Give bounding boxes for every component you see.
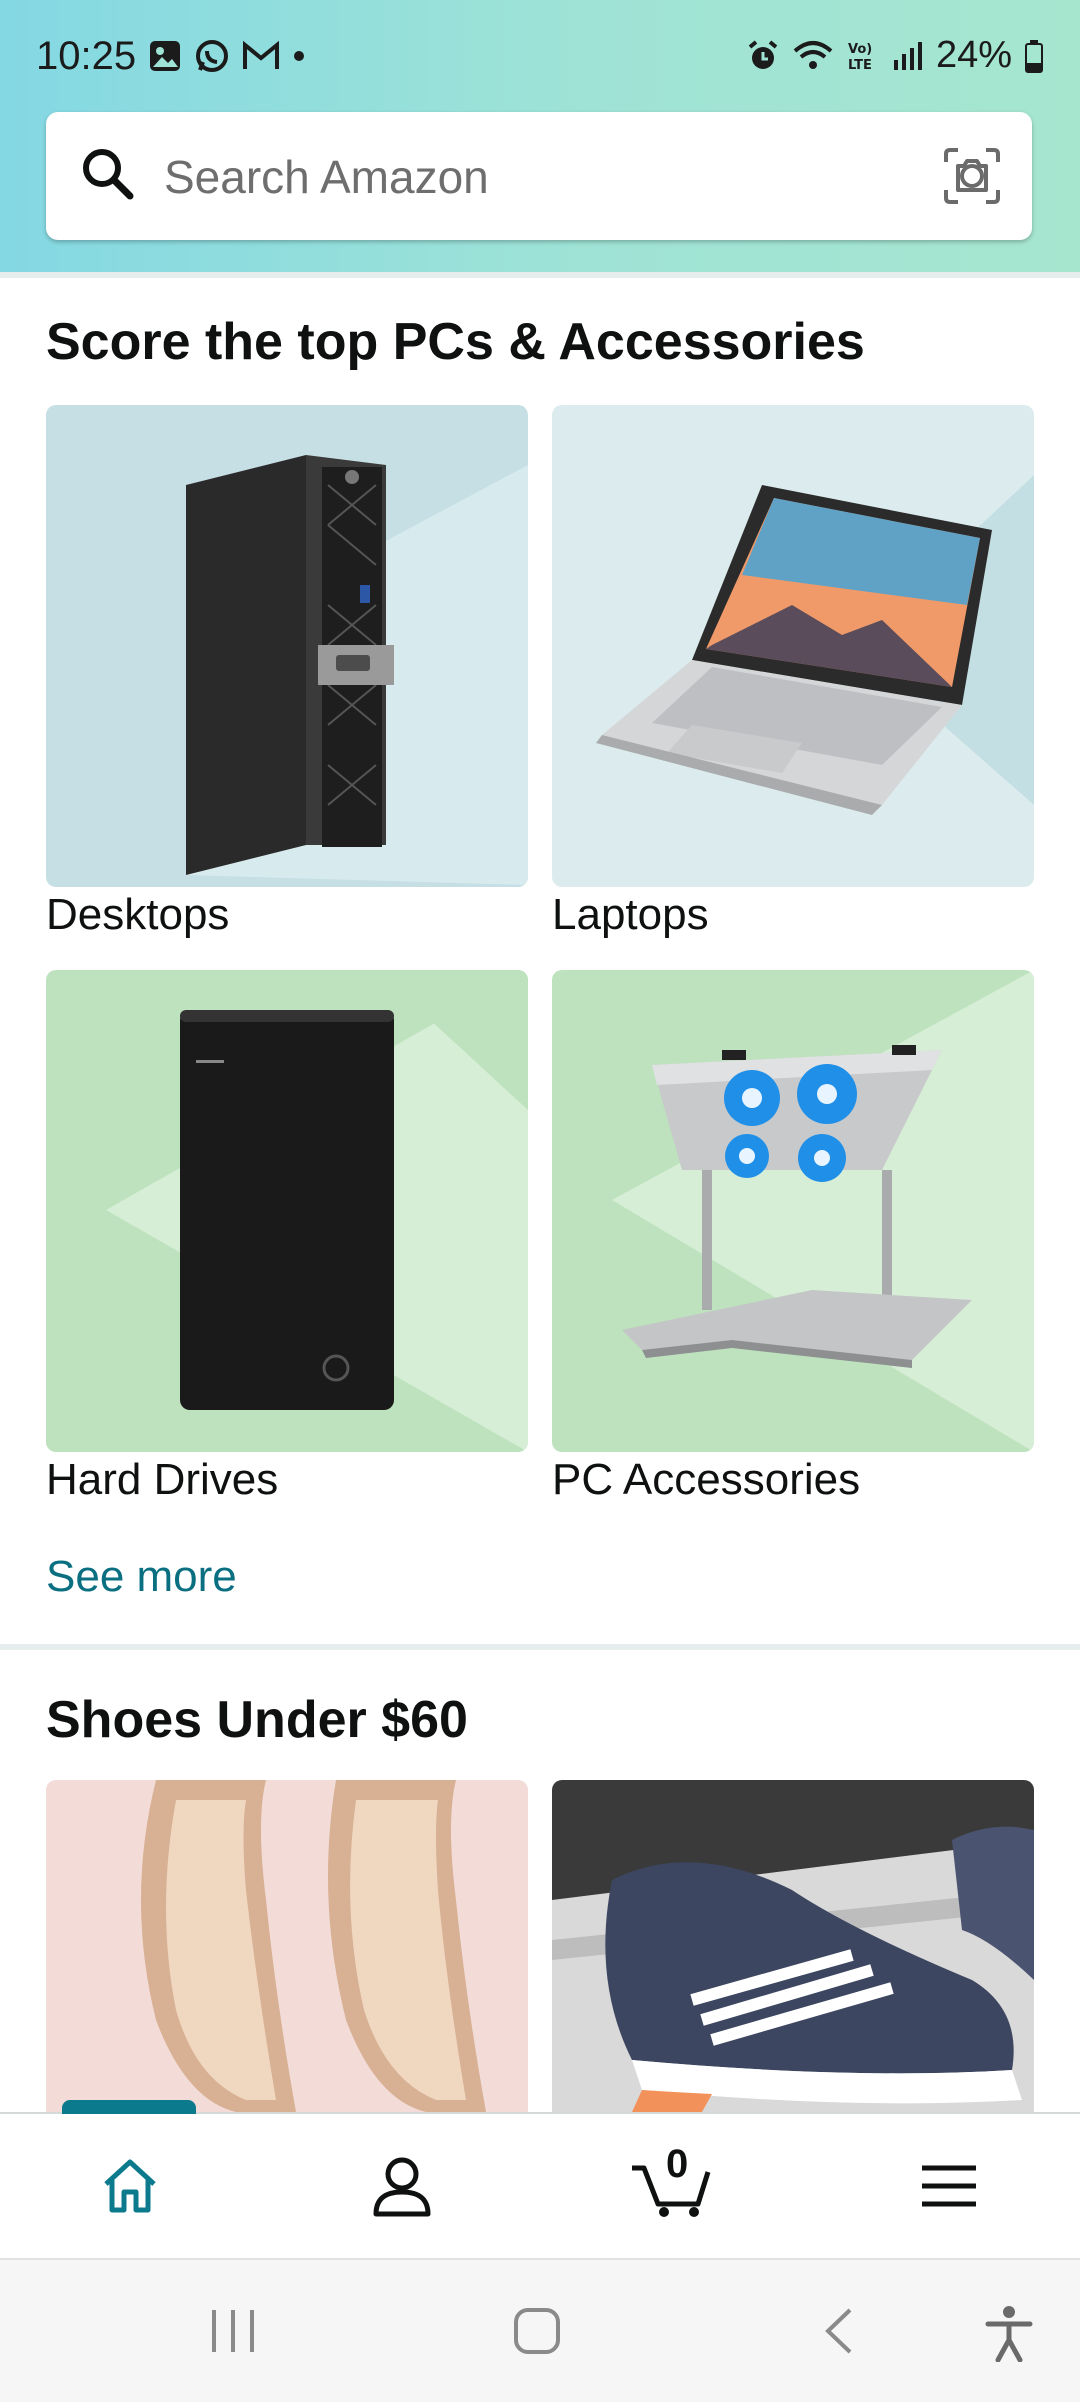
bottom-navigation: 0 xyxy=(0,2100,1080,2260)
wifi-icon xyxy=(793,40,833,69)
search-bar[interactable] xyxy=(46,112,1032,240)
desktop-image xyxy=(186,455,528,885)
volte-icon: Vo)LTE xyxy=(848,42,872,73)
laptop-stand-image xyxy=(612,970,1034,1452)
tile-desktops[interactable] xyxy=(46,405,528,887)
battery-icon xyxy=(1025,39,1043,73)
alarm-icon xyxy=(748,39,778,69)
section-divider xyxy=(0,1644,1080,1650)
hard-drive-image xyxy=(106,970,528,1452)
tile-label-desktops: Desktops xyxy=(46,890,230,939)
home-button-icon[interactable] xyxy=(510,2304,564,2358)
tile-pc-accessories[interactable] xyxy=(552,970,1034,1452)
tile-label-hard-drives: Hard Drives xyxy=(46,1455,279,1504)
menu-icon[interactable] xyxy=(920,2154,978,2218)
system-navigation-bar xyxy=(0,2258,1080,2402)
tile-laptops[interactable] xyxy=(552,405,1034,887)
search-input[interactable] xyxy=(162,140,946,214)
status-time: 10:25 xyxy=(36,34,137,78)
cart-button[interactable]: 0 xyxy=(628,2138,724,2218)
app-header: 10:25 Vo) LTE 24% xyxy=(0,0,1080,272)
tile-heels[interactable] xyxy=(46,1780,528,2112)
system-status-icons: Vo) LTE 24% xyxy=(746,34,1044,77)
search-icon xyxy=(83,149,134,200)
laptop-image xyxy=(596,475,1034,815)
tile-hard-drives[interactable] xyxy=(46,970,528,1452)
dot-icon xyxy=(294,51,304,61)
section-title-shoes: Shoes Under $60 xyxy=(46,1691,468,1749)
recent-apps-icon[interactable] xyxy=(206,2304,260,2358)
active-tab-indicator xyxy=(62,2100,196,2114)
battery-percent: 24% xyxy=(935,34,1012,76)
tile-label-laptops: Laptops xyxy=(552,890,709,939)
whatsapp-icon xyxy=(196,40,228,72)
notification-icons xyxy=(148,38,306,74)
tile-label-pc-accessories: PC Accessories xyxy=(552,1455,861,1504)
gallery-icon xyxy=(150,41,180,71)
cart-count: 0 xyxy=(666,2142,689,2186)
signal-icon xyxy=(893,41,922,70)
status-bar: 10:25 Vo) LTE 24% xyxy=(0,0,1080,120)
account-icon[interactable] xyxy=(372,2154,432,2218)
svg-text:LTE: LTE xyxy=(848,58,872,73)
sneakers-image xyxy=(552,1826,1034,2112)
camera-search-icon[interactable] xyxy=(942,146,1002,206)
tile-sneakers[interactable] xyxy=(552,1780,1034,2112)
home-icon[interactable] xyxy=(98,2154,162,2218)
svg-text:Vo): Vo) xyxy=(848,42,872,57)
section-title-pcs: Score the top PCs & Accessories xyxy=(46,313,865,371)
header-divider xyxy=(0,272,1080,278)
back-icon[interactable] xyxy=(818,2304,858,2358)
accessibility-icon[interactable] xyxy=(982,2304,1036,2362)
see-more-link[interactable]: See more xyxy=(46,1552,237,1602)
gmail-icon xyxy=(243,40,279,69)
heels-image xyxy=(141,1780,486,2112)
